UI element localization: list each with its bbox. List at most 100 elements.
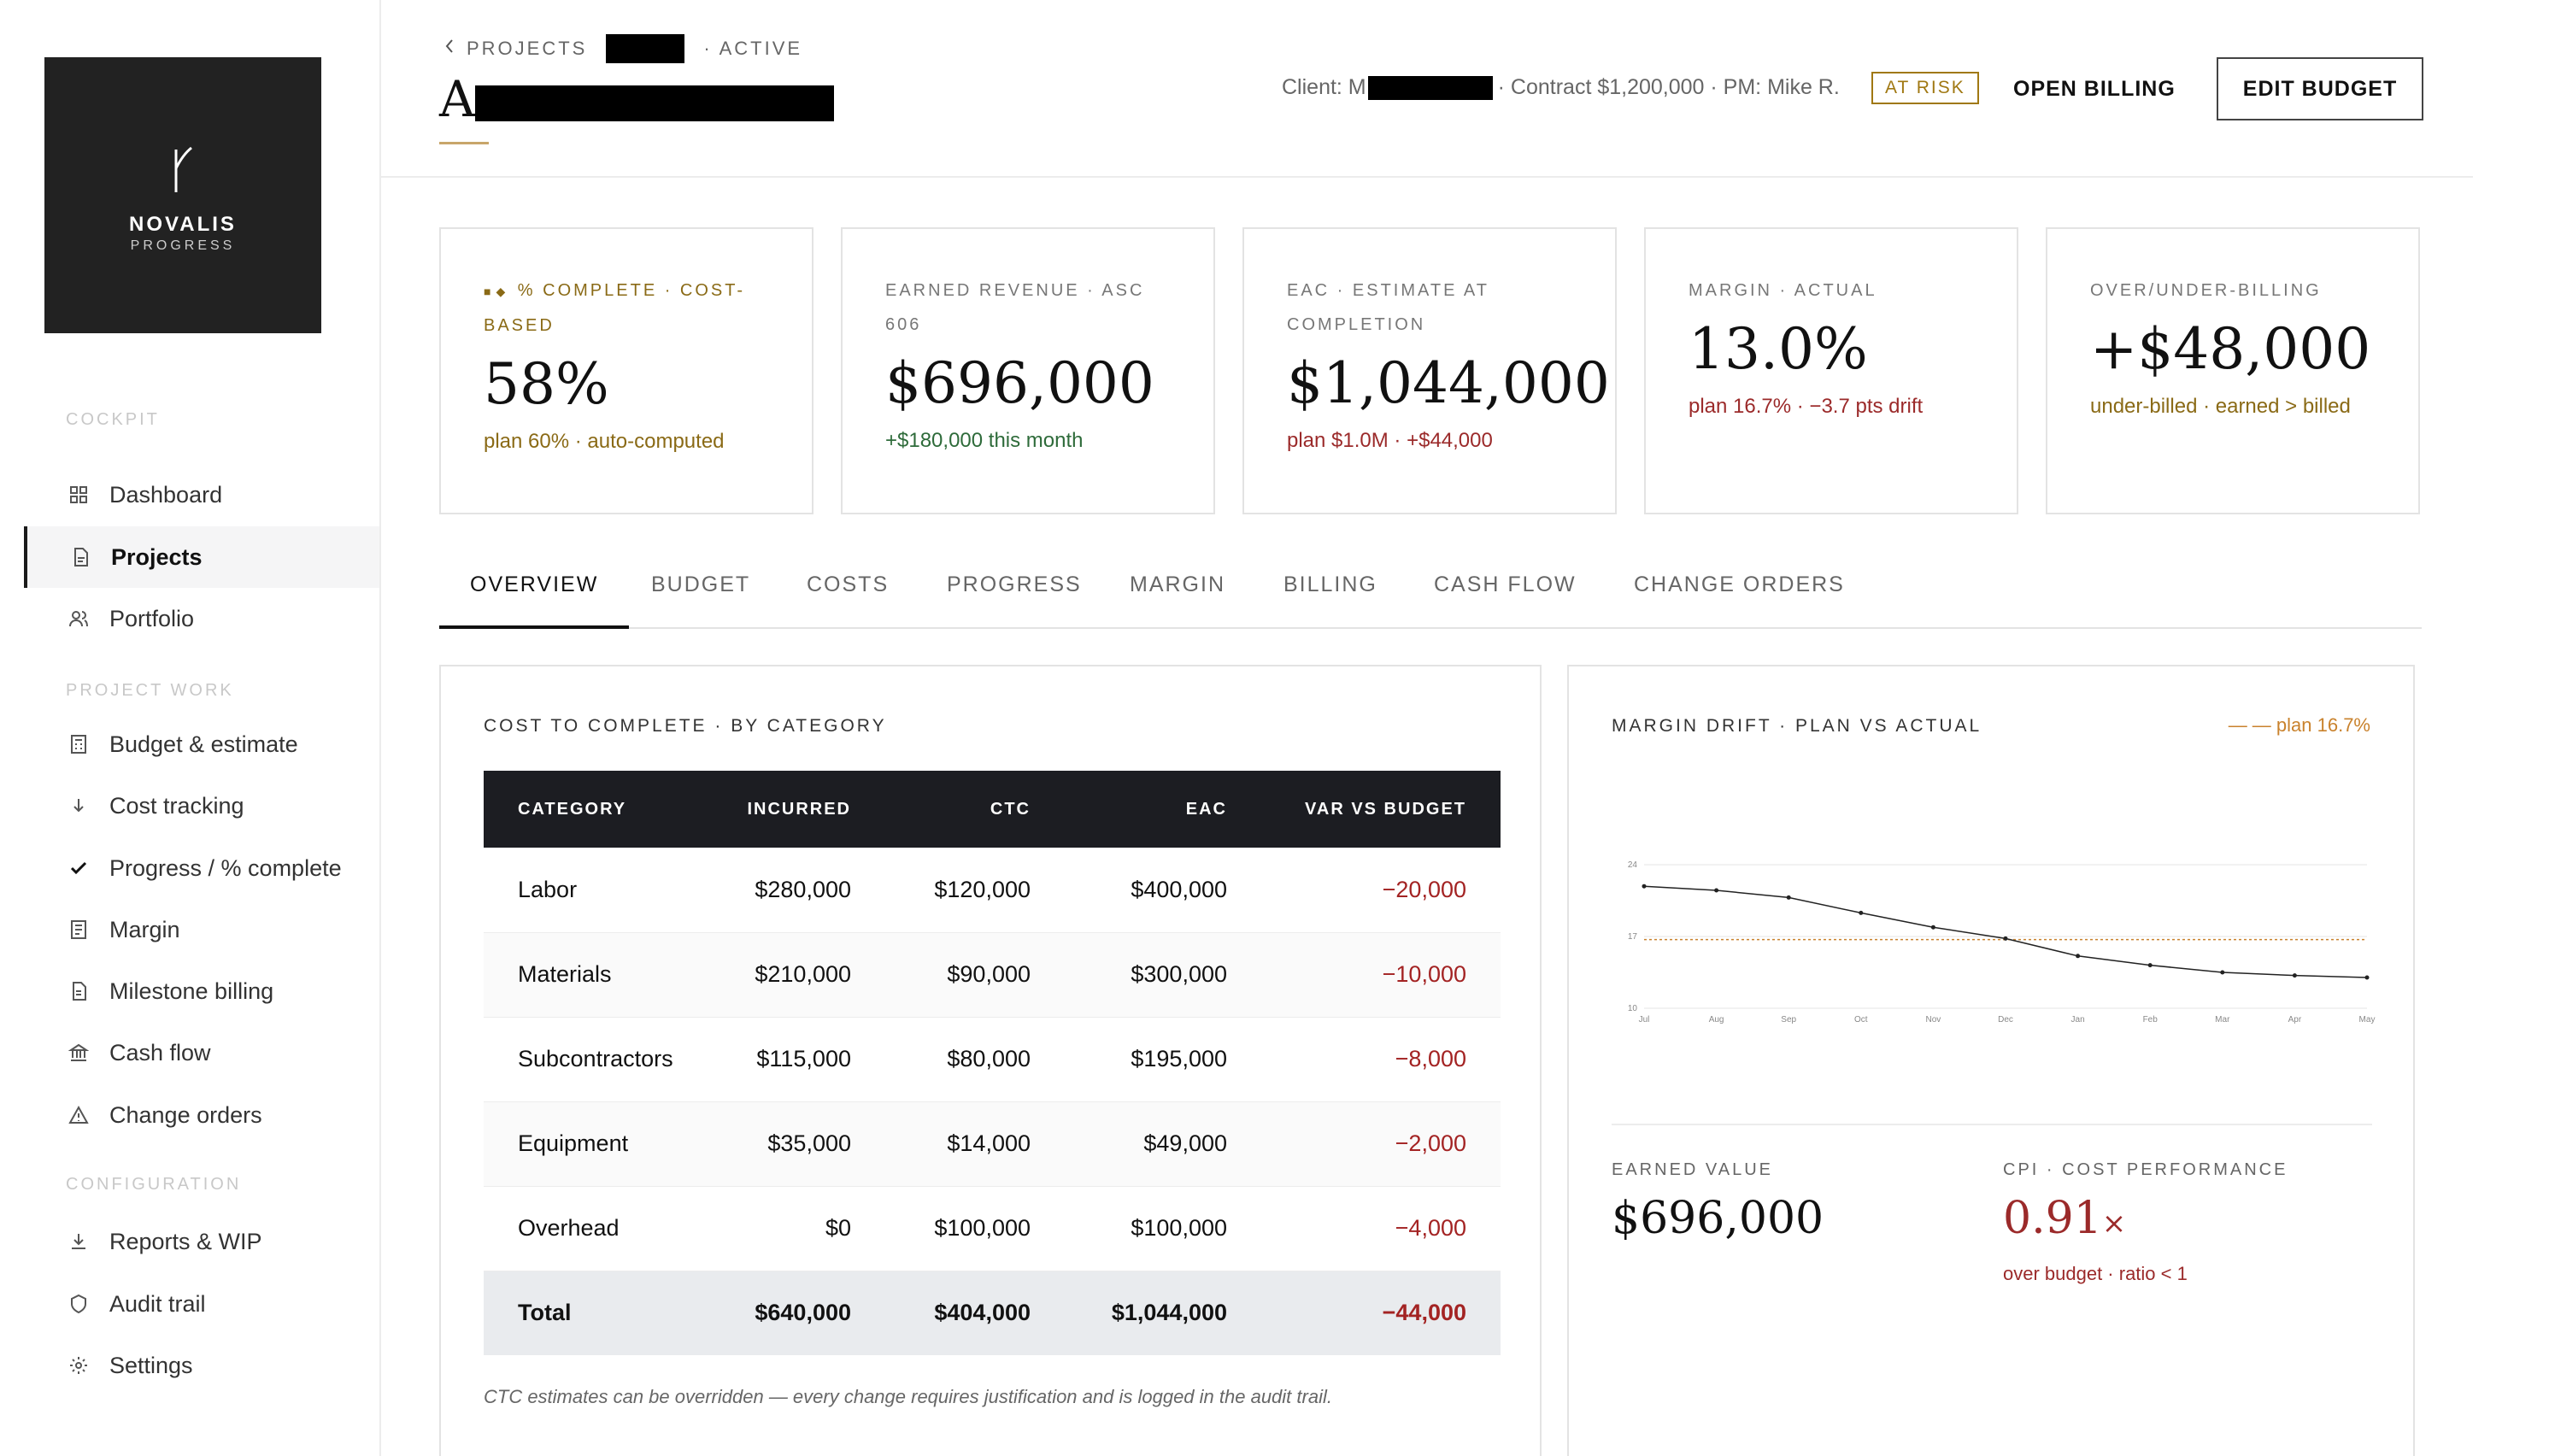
tab-cash-flow[interactable]: CASH FLOW xyxy=(1434,572,1577,629)
kpi-value: 13.0% xyxy=(1689,316,1868,382)
data-point xyxy=(2364,975,2370,980)
cell-category: Subcontractors xyxy=(484,1017,697,1102)
kpi-value: +$48,000 xyxy=(2090,316,2371,382)
sidebar-item-settings[interactable]: Settings xyxy=(24,1335,379,1396)
sidebar-item-label: Portfolio xyxy=(109,605,195,631)
cpi-unit: × xyxy=(2101,1206,2127,1241)
cell-ctc[interactable]: $120,000 xyxy=(885,848,1065,933)
kpi-note: +$180,000 this month xyxy=(885,429,1084,452)
column-header[interactable]: INCURRED xyxy=(697,771,885,848)
sidebar-item-reports[interactable]: Reports & WIP xyxy=(24,1211,379,1272)
column-header[interactable]: CTC xyxy=(885,771,1065,848)
cell-variance: −10,000 xyxy=(1261,932,1501,1018)
users-icon xyxy=(69,611,88,627)
sidebar-item-label: Milestone billing xyxy=(109,978,274,1004)
calculator-icon xyxy=(71,735,86,754)
redacted-block xyxy=(606,34,685,63)
cell-incurred: $640,000 xyxy=(697,1271,885,1355)
sidebar-item-label: Progress / % complete xyxy=(109,854,342,881)
column-header[interactable]: CATEGORY xyxy=(484,771,697,848)
bank-icon xyxy=(68,1043,89,1061)
grid-icon xyxy=(70,486,87,503)
cell-ctc: $404,000 xyxy=(885,1271,1065,1355)
cell-ctc[interactable]: $90,000 xyxy=(885,932,1065,1018)
cell-ctc[interactable]: $100,000 xyxy=(885,1186,1065,1271)
x-tick-label: Mar xyxy=(2215,1015,2230,1024)
tab-change-orders[interactable]: CHANGE ORDERS xyxy=(1634,572,1845,629)
cell-incurred: $115,000 xyxy=(697,1017,885,1102)
sidebar-item-label: Change orders xyxy=(109,1101,262,1128)
earned-value-label: EARNED VALUE xyxy=(1612,1160,1774,1179)
status-badge: AT RISK xyxy=(1871,72,1979,104)
cell-eac: $1,044,000 xyxy=(1065,1271,1261,1355)
redacted-block xyxy=(1367,75,1493,100)
page-title-initial: A xyxy=(439,70,475,128)
tab-bar: OVERVIEW BUDGET COSTS PROGRESS MARGIN BI… xyxy=(439,555,2422,629)
column-header[interactable]: EAC xyxy=(1065,771,1261,848)
x-tick-label: Aug xyxy=(1709,1015,1724,1024)
section-configuration: CONFIGURATION xyxy=(66,1175,242,1194)
column-header[interactable]: VAR VS BUDGET xyxy=(1261,771,1501,848)
table-row[interactable]: Equipment $35,000 $14,000 $49,000 −2,000 xyxy=(484,1101,1501,1187)
sidebar-item-audit-trail[interactable]: Audit trail xyxy=(24,1273,379,1335)
edit-budget-button[interactable]: EDIT BUDGET xyxy=(2217,57,2423,120)
sidebar-item-margin[interactable]: Margin xyxy=(24,899,379,960)
data-point xyxy=(2220,970,2225,975)
table-row[interactable]: Materials $210,000 $90,000 $300,000 −10,… xyxy=(484,932,1501,1018)
sidebar-item-cash-flow[interactable]: Cash flow xyxy=(24,1022,379,1083)
tab-billing[interactable]: BILLING xyxy=(1283,572,1377,629)
progress-dots-icon: ■◆ xyxy=(484,285,511,298)
data-point xyxy=(1930,925,1935,930)
kpi-value: $696,000 xyxy=(885,350,1154,416)
x-tick-label: Sep xyxy=(1781,1015,1796,1024)
table-row[interactable]: Subcontractors $115,000 $80,000 $195,000… xyxy=(484,1017,1501,1102)
open-billing-button[interactable]: OPEN BILLING xyxy=(2013,72,2176,106)
sidebar-item-change-orders[interactable]: Change orders xyxy=(24,1084,379,1146)
sidebar-item-budget[interactable]: Budget & estimate xyxy=(24,713,379,775)
cell-ctc[interactable]: $80,000 xyxy=(885,1017,1065,1102)
sidebar-item-portfolio[interactable]: Portfolio xyxy=(24,588,379,649)
data-point xyxy=(1786,895,1791,900)
data-point xyxy=(2076,954,2081,959)
x-tick-label: Apr xyxy=(2288,1015,2302,1024)
tab-budget[interactable]: BUDGET xyxy=(651,572,750,629)
margin-drift-chart: 10 17 24 Jul Aug Sep Oct Nov Dec Jan Feb Mar Apr May xyxy=(1628,860,2376,1024)
kpi-label: EARNED REVENUE · ASC 606 xyxy=(885,281,1145,334)
data-point xyxy=(2292,973,2297,978)
cell-ctc[interactable]: $14,000 xyxy=(885,1101,1065,1187)
client-label: Client: M xyxy=(1282,75,1366,99)
kpi-card-margin: MARGIN · ACTUAL 13.0% plan 16.7% · −3.7 … xyxy=(1644,227,2018,514)
sidebar-item-label: Margin xyxy=(109,916,180,942)
table-row[interactable]: Overhead $0 $100,000 $100,000 −4,000 xyxy=(484,1186,1501,1271)
breadcrumb-projects-link[interactable]: PROJECTS xyxy=(467,38,587,60)
title-underline xyxy=(439,142,489,144)
cell-variance: −8,000 xyxy=(1261,1017,1501,1102)
cell-incurred: $35,000 xyxy=(697,1101,885,1187)
gear-icon xyxy=(70,1357,87,1374)
margin-drift-title: MARGIN DRIFT · PLAN VS ACTUAL xyxy=(1612,716,1982,736)
earned-value: $696,000 xyxy=(1612,1193,1824,1244)
tab-progress[interactable]: PROGRESS xyxy=(947,572,1082,629)
kpi-card-earned-revenue: EARNED REVENUE · ASC 606 $696,000 +$180,… xyxy=(841,227,1215,514)
sidebar-item-label: Cost tracking xyxy=(109,792,244,819)
sidebar-item-dashboard[interactable]: Dashboard xyxy=(24,464,379,525)
page-header: PROJECTS · ACTIVE A Client: M · Contract… xyxy=(381,0,2473,178)
section-cockpit: COCKPIT xyxy=(66,410,160,429)
y-tick-label: 17 xyxy=(1628,932,1638,942)
table-row[interactable]: Labor $280,000 $120,000 $400,000 −20,000 xyxy=(484,848,1501,933)
sidebar-item-progress[interactable]: Progress / % complete xyxy=(24,837,379,899)
kpi-label: MARGIN · ACTUAL xyxy=(1689,281,1877,300)
sidebar-item-projects[interactable]: Projects xyxy=(24,526,379,588)
sidebar-item-milestone-billing[interactable]: Milestone billing xyxy=(24,960,379,1022)
document-icon xyxy=(74,548,88,567)
x-tick-label: Jan xyxy=(2071,1015,2085,1024)
cell-eac: $100,000 xyxy=(1065,1186,1261,1271)
tab-overview[interactable]: OVERVIEW xyxy=(439,572,630,629)
x-tick-label: Jul xyxy=(1639,1015,1650,1024)
sidebar-item-label: Audit trail xyxy=(109,1290,206,1317)
tab-costs[interactable]: COSTS xyxy=(807,572,889,629)
table-header-row: CATEGORY INCURRED CTC EAC VAR VS BUDGET xyxy=(484,771,1501,848)
tab-margin[interactable]: MARGIN xyxy=(1130,572,1225,629)
chevron-left-icon[interactable] xyxy=(443,37,456,56)
sidebar-item-cost-tracking[interactable]: Cost tracking xyxy=(24,775,379,837)
